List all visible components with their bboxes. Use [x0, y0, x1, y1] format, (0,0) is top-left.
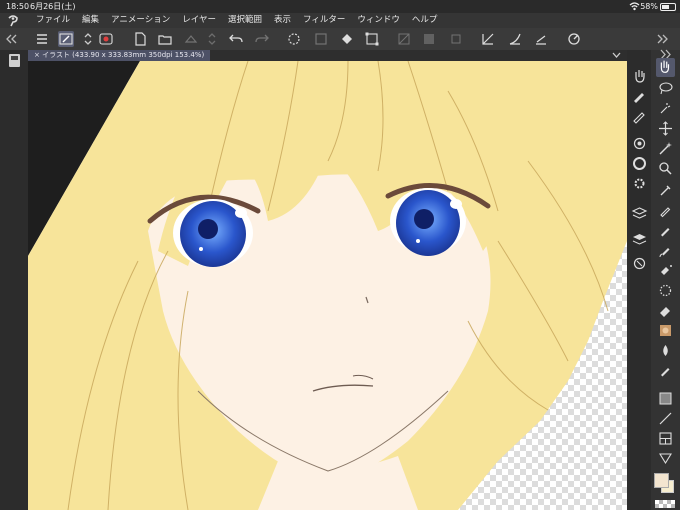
chevrons-left-icon[interactable]	[4, 31, 20, 47]
eyedropper-icon[interactable]	[657, 182, 674, 199]
tool-palette	[651, 49, 680, 510]
deselect-icon[interactable]	[396, 31, 412, 47]
airbrush-icon[interactable]	[657, 262, 674, 279]
redo-icon[interactable]	[254, 31, 270, 47]
undo-icon[interactable]	[228, 31, 244, 47]
menu-view[interactable]: 表示	[274, 13, 297, 28]
layer-panel-icon[interactable]	[6, 52, 23, 69]
zoom-icon[interactable]	[657, 160, 674, 177]
navigator-icon[interactable]	[631, 255, 648, 272]
pen-icon[interactable]	[657, 202, 674, 219]
record-icon[interactable]	[98, 31, 114, 47]
menu-filter[interactable]: フィルター	[303, 13, 351, 28]
settings-icon[interactable]	[566, 31, 582, 47]
canvas-tab-bar: × イラスト (433.90 x 333.83mm 350dpi 153.4%)	[28, 50, 627, 61]
fill-selection-icon[interactable]	[313, 31, 329, 47]
fill-icon[interactable]	[657, 362, 674, 379]
frame-icon[interactable]	[657, 430, 674, 447]
invert-selection-icon[interactable]	[421, 31, 437, 47]
menu-icon[interactable]	[34, 31, 50, 47]
brush-icon[interactable]	[657, 242, 674, 259]
illustration	[28, 61, 627, 510]
panel-toggle-column	[627, 50, 651, 510]
canvas-tab[interactable]: × イラスト (433.90 x 333.83mm 350dpi 153.4%)	[28, 50, 211, 61]
perspective-ruler-icon[interactable]	[533, 31, 549, 47]
chevron-down-icon[interactable]	[612, 52, 621, 59]
new-canvas-icon[interactable]	[132, 31, 148, 47]
auto-select-icon[interactable]	[657, 100, 674, 117]
menu-file[interactable]: ファイル	[36, 13, 76, 28]
status-bar: 18:50 6月26日(土) 58%	[0, 0, 680, 13]
transparency-swatch[interactable]	[651, 498, 680, 510]
hand-tool-icon[interactable]	[656, 58, 675, 77]
gear-icon[interactable]	[631, 175, 648, 192]
layer-property-icon[interactable]	[631, 230, 648, 247]
left-panel	[0, 50, 28, 510]
menu-window[interactable]: ウィンドウ	[357, 13, 406, 28]
layers-icon[interactable]	[631, 205, 648, 222]
save-icon[interactable]	[183, 31, 199, 47]
menu-layer[interactable]: レイヤー	[182, 13, 222, 28]
magic-wand-icon[interactable]	[657, 140, 674, 157]
chevrons-right-icon[interactable]	[654, 31, 670, 47]
line-icon[interactable]	[657, 410, 674, 427]
menu-help[interactable]: ヘルプ	[412, 13, 444, 28]
battery-percent: 58%	[640, 2, 658, 11]
app-logo-icon[interactable]	[6, 14, 20, 27]
decoration-icon[interactable]	[657, 282, 674, 299]
hand-tool-icon[interactable]	[631, 67, 648, 84]
pen-tool-icon[interactable]	[58, 31, 74, 47]
menu-bar: ファイル 編集 アニメーション レイヤー 選択範囲 表示 フィルター ウィンドウ…	[0, 13, 680, 28]
move-icon[interactable]	[657, 120, 674, 137]
gradient-icon[interactable]	[657, 390, 674, 407]
brush-size-icon[interactable]	[631, 87, 648, 104]
command-bar	[0, 28, 680, 50]
battery-icon	[660, 3, 676, 11]
menu-edit[interactable]: 編集	[82, 13, 105, 28]
eraser-icon[interactable]	[657, 302, 674, 319]
up-down-chevron-icon[interactable]	[204, 31, 220, 47]
crop-icon[interactable]	[448, 31, 464, 47]
menu-animation[interactable]: アニメーション	[111, 13, 176, 28]
ruler-icon[interactable]	[480, 31, 496, 47]
fill-icon[interactable]	[339, 31, 355, 47]
sub-tool-icon[interactable]	[631, 135, 648, 152]
lasso-icon[interactable]	[657, 80, 674, 97]
clear-icon[interactable]	[286, 31, 302, 47]
blend-icon[interactable]	[657, 322, 674, 339]
pencil-icon[interactable]	[657, 222, 674, 239]
main-color-swatch[interactable]	[654, 473, 669, 488]
brush-icon[interactable]	[631, 107, 648, 124]
menu-selection[interactable]: 選択範囲	[228, 13, 268, 28]
color-wheel-icon[interactable]	[631, 155, 648, 172]
up-down-chevron-icon[interactable]	[80, 31, 96, 47]
date: 6月26日(土)	[30, 2, 76, 11]
balloon-icon[interactable]	[657, 450, 674, 467]
transform-icon[interactable]	[364, 31, 380, 47]
blend-drop-icon[interactable]	[657, 342, 674, 359]
canvas[interactable]	[28, 61, 627, 510]
wifi-icon	[629, 2, 640, 11]
open-folder-icon[interactable]	[157, 31, 173, 47]
clock: 18:50	[6, 2, 30, 11]
curve-ruler-icon[interactable]	[507, 31, 523, 47]
